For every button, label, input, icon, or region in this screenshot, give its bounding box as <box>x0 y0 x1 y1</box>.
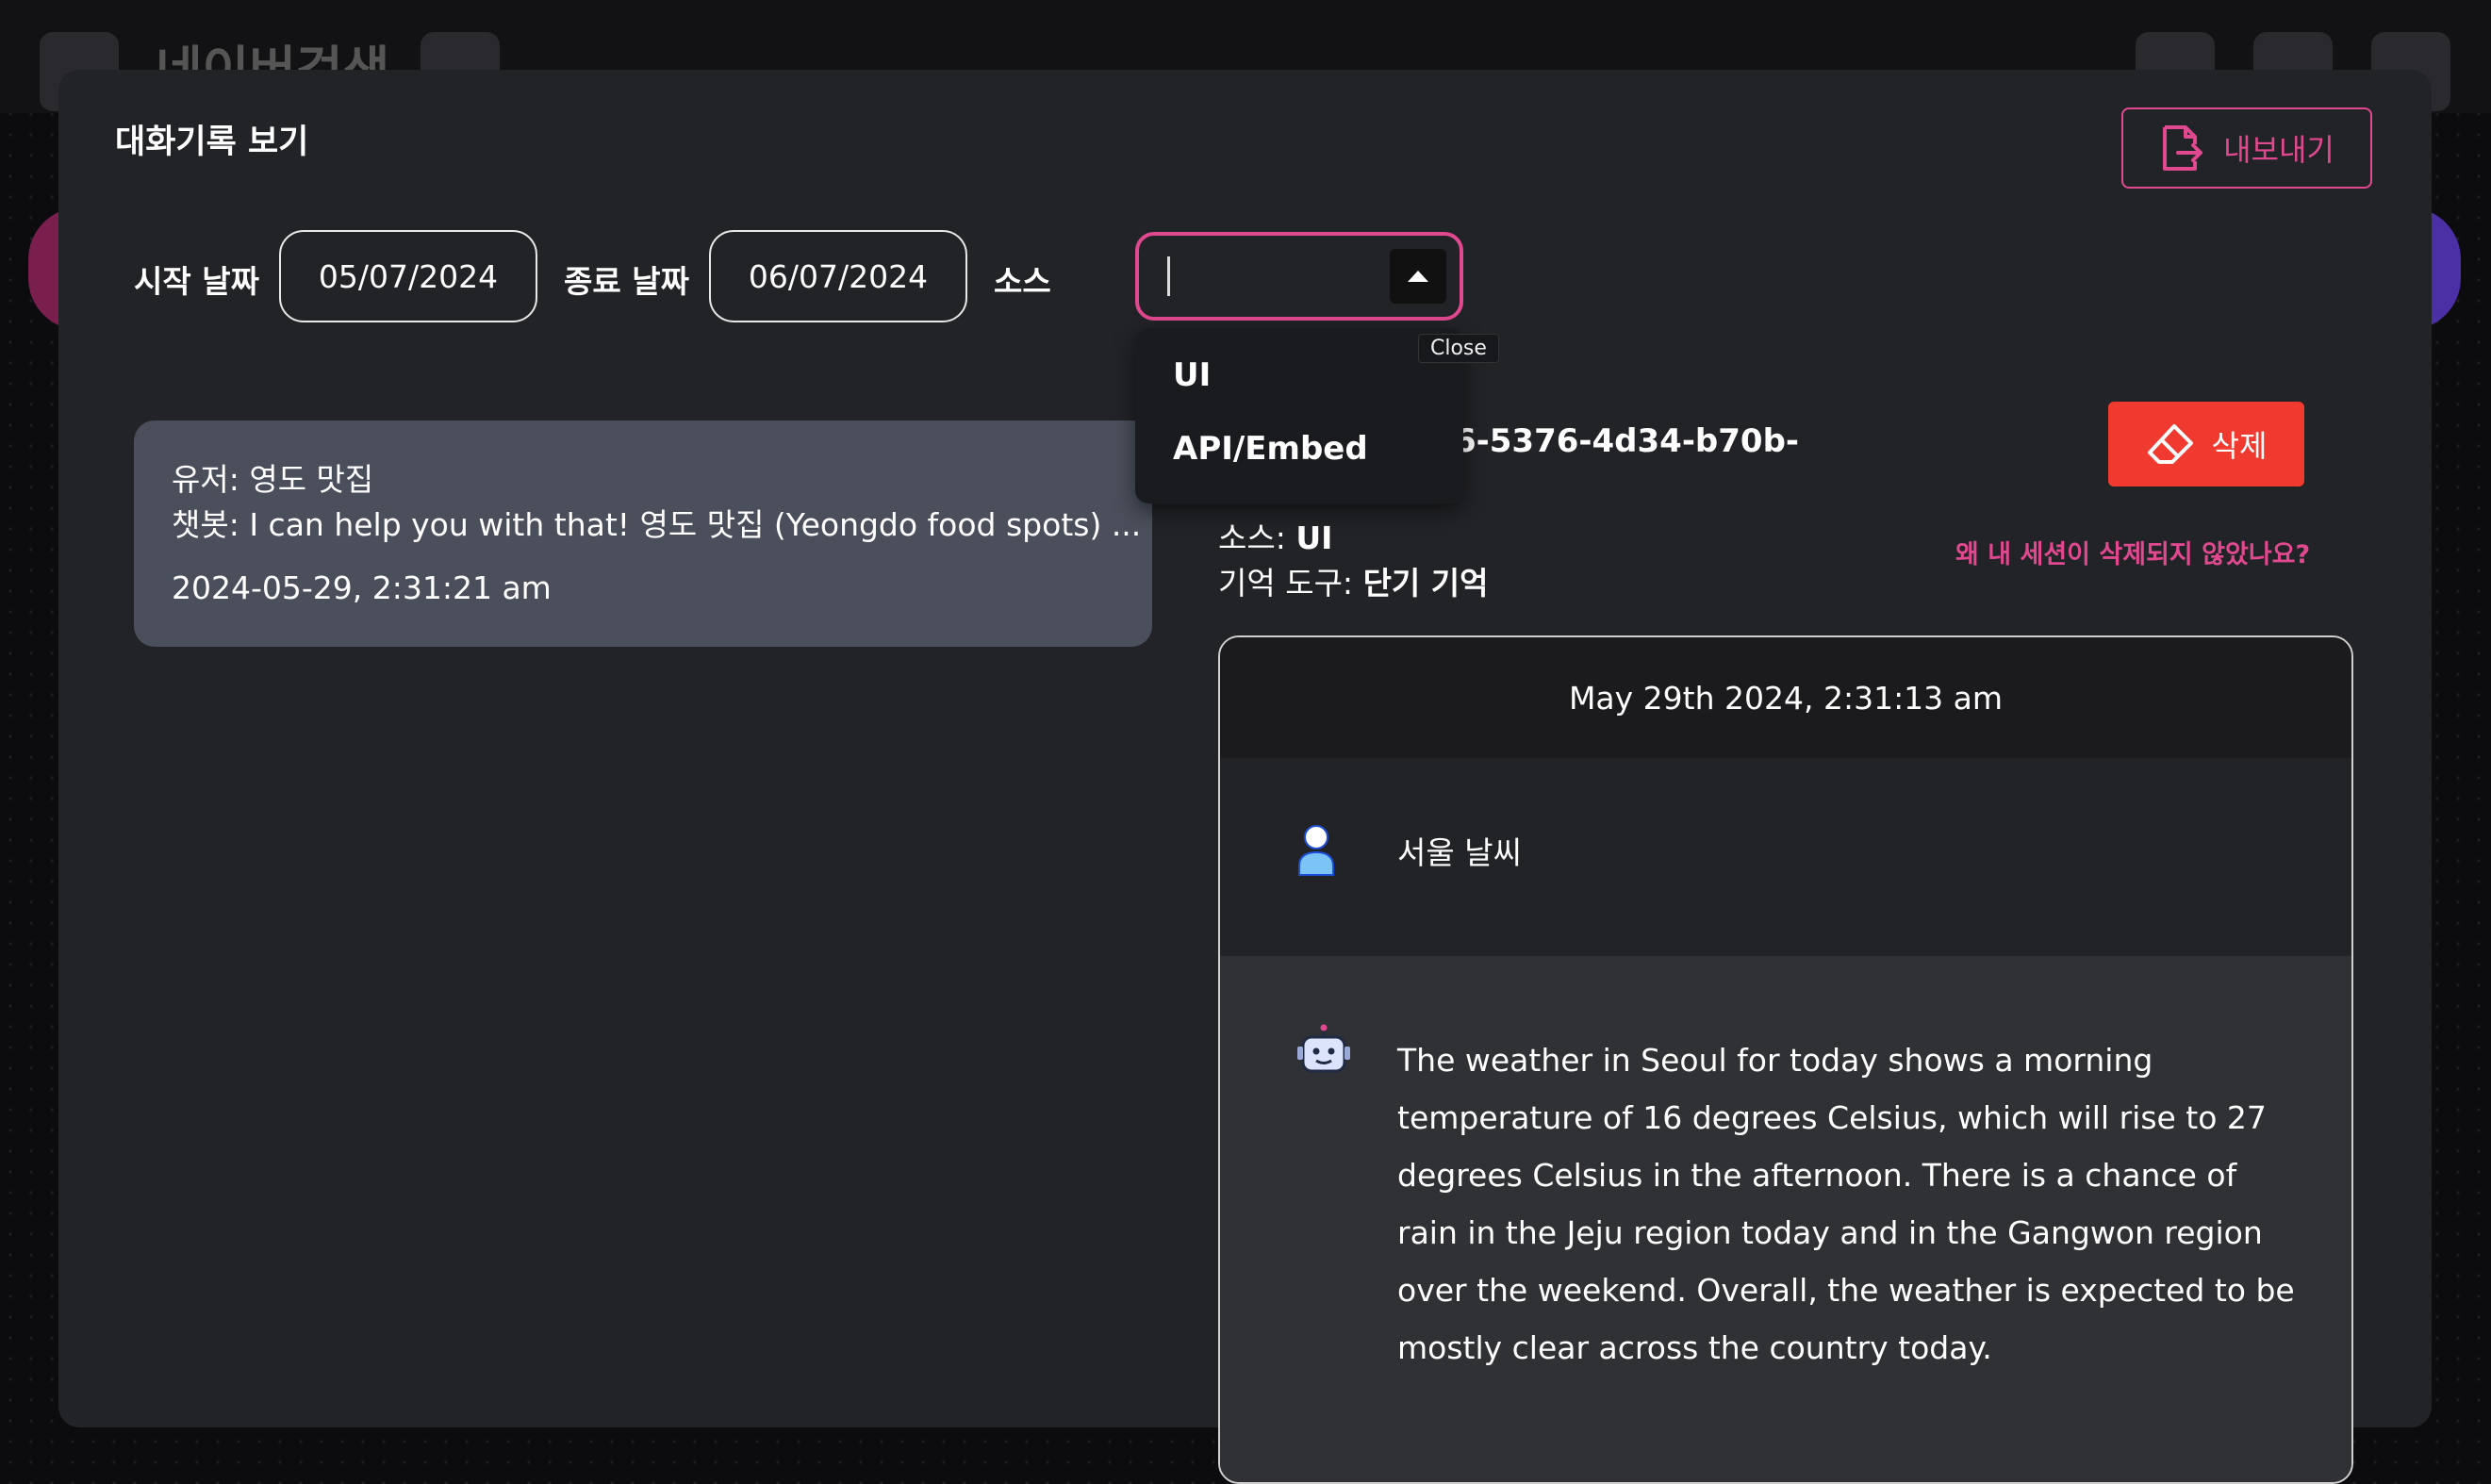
user-message-row: 서울 날씨 <box>1220 758 2351 956</box>
end-date-label: 종료 날짜 <box>564 263 689 300</box>
memory-meta-label: 기억 도구: <box>1218 565 1354 602</box>
caret-up-icon <box>1408 271 1428 282</box>
source-option-ui[interactable]: UI <box>1173 356 1211 394</box>
source-select[interactable] <box>1135 232 1463 321</box>
source-meta-value: UI <box>1295 519 1333 556</box>
start-date-label: 시작 날짜 <box>134 263 259 300</box>
eraser-icon <box>2147 424 2193 464</box>
user-message: 서울 날씨 <box>1397 834 1522 871</box>
source-option-api-embed[interactable]: API/Embed <box>1173 430 1368 468</box>
end-date-input[interactable]: 06/07/2024 <box>709 230 967 322</box>
file-export-icon <box>2163 125 2203 171</box>
chat-history-dialog: 대화기록 보기 내보내기 시작 날짜 05/07/2024 종료 날짜 06/0… <box>58 70 2432 1484</box>
source-dropdown-menu: UI API/Embed <box>1135 328 1463 503</box>
delete-button[interactable]: 삭제 <box>2108 402 2304 486</box>
session-timestamp: 2024-05-29, 2:31:21 am <box>172 569 552 606</box>
session-user-preview: 유저: 영도 맛집 <box>172 461 374 498</box>
source-meta-label: 소스: <box>1218 519 1286 556</box>
export-button[interactable]: 내보내기 <box>2121 107 2372 189</box>
chat-transcript: May 29th 2024, 2:31:13 am 서울 날씨 The weat… <box>1218 635 2353 1484</box>
session-bot-preview: 챗봇: I can help you with that! 영도 맛집 (Yeo… <box>172 506 1142 543</box>
source-dropdown-toggle[interactable] <box>1390 249 1446 304</box>
bot-message: The weather in Seoul for today shows a m… <box>1397 1042 2295 1366</box>
close-tooltip: Close <box>1418 334 1499 363</box>
source-meta: 소스: UI <box>1218 513 1332 558</box>
delete-label: 삭제 <box>2211 428 2268 464</box>
dialog-title: 대화기록 보기 <box>115 124 309 161</box>
user-avatar-icon <box>1298 825 1334 876</box>
robot-avatar-icon <box>1297 1024 1350 1073</box>
bot-message-row: The weather in Seoul for today shows a m… <box>1220 956 2351 1482</box>
memory-meta-value: 단기 기억 <box>1362 565 1489 602</box>
chat-date: May 29th 2024, 2:31:13 am <box>1220 637 2351 758</box>
start-date-input[interactable]: 05/07/2024 <box>279 230 537 322</box>
session-card[interactable]: 유저: 영도 맛집 챗봇: I can help you with that! … <box>134 420 1152 647</box>
memory-meta: 기억 도구: 단기 기억 <box>1218 558 1489 603</box>
text-cursor <box>1167 256 1170 296</box>
why-not-deleted-link[interactable]: 왜 내 세션이 삭제되지 않았나요? <box>1955 534 2310 570</box>
export-label: 내보내기 <box>2223 132 2334 168</box>
source-label: 소스 <box>994 263 1051 300</box>
session-id: 6-5376-4d34-b70b- <box>1454 422 1800 460</box>
